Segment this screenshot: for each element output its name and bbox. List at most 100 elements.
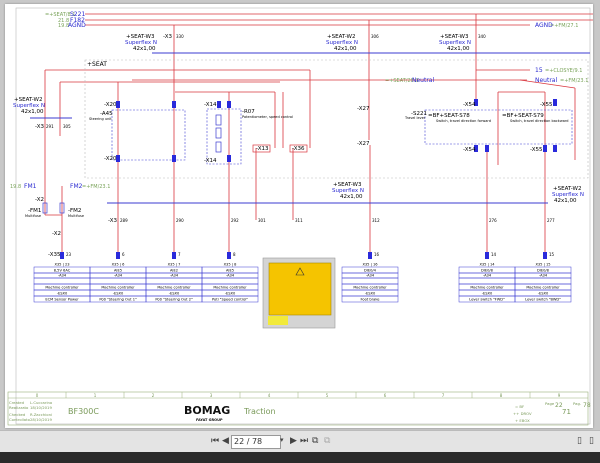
svg-text:Switch, travel direction forwa: Switch, travel direction forward (436, 119, 491, 123)
page-number-input[interactable]: 22 / 78 (231, 435, 281, 449)
table-cell-text: DIE0/8 (481, 269, 494, 273)
svg-text:-X3: -X3 (163, 34, 172, 40)
svg-text:+SEAT-W2Superflex N42x1,00: +SEAT-W2 Superflex N 42x1,00 (13, 97, 45, 115)
svg-text:Multifuse: Multifuse (68, 214, 84, 218)
svg-text:306: 306 (371, 34, 379, 39)
machine-controller-image (262, 257, 336, 329)
svg-text:-X27: -X27 (357, 141, 370, 147)
table-cell (458, 277, 516, 285)
table-cell-text: X35 | 23 (54, 263, 69, 267)
svg-text:-X20: -X20 (104, 156, 117, 162)
column-number: 2 (152, 393, 155, 398)
column-number: 3 (210, 393, 213, 398)
svg-text:-X36: -X36 (292, 146, 305, 152)
svg-text:340: 340 (478, 34, 486, 39)
table-cell-text: X35 | 7 (168, 263, 181, 267)
table-cell-text: -ESX0 (482, 292, 493, 296)
table-cell-text: Machine controller (101, 286, 135, 290)
next-page-icon[interactable]: ▶ (290, 436, 297, 446)
column-number: 8 (500, 393, 503, 398)
sheet-title: Traction (243, 407, 276, 416)
svg-text:15: 15 (549, 252, 555, 257)
xref-15: =+CLOSYE/9.1 (545, 68, 582, 74)
resistors (42, 114, 222, 214)
seat-label: +SEAT (87, 61, 107, 68)
schematic-drawing: +SEAT =+SEAT/8.1 21.8 19.8 =+FM/27.1 =+C… (7, 7, 600, 426)
svg-text:+SEAT-W3Superflex N42x1,00: +SEAT-W3 Superflex N 42x1,00 (332, 182, 364, 200)
svg-text:-X27: -X27 (357, 106, 370, 112)
table-cell-text: -A34 (483, 274, 492, 278)
table-cell-text: Poti "Steering Out 1" (99, 298, 137, 302)
column-number: 1 (94, 393, 97, 398)
svg-text:276: 276 (489, 218, 497, 223)
ref-fm1: FM1 (24, 183, 37, 190)
svg-text:-X2: -X2 (35, 197, 44, 203)
page-dropdown-icon[interactable]: ▾ (280, 436, 284, 444)
prev-page-icon[interactable]: ◀ (222, 436, 229, 446)
svg-text:18/10/2019: 18/10/2019 (30, 405, 52, 410)
svg-text:311: 311 (295, 218, 303, 223)
svg-text:78: 78 (583, 402, 591, 409)
column-number: 6 (384, 393, 387, 398)
table-cell (89, 277, 147, 285)
svg-text:28/10/2019: 28/10/2019 (30, 417, 52, 422)
xref-fm1: 19.8 (10, 184, 21, 190)
table-cell-text: -A34 (170, 274, 179, 278)
svg-text:Multifuse: Multifuse (25, 214, 41, 218)
xref-fm2: =+FM/23.1 (82, 184, 110, 190)
wire-numbers: 289 290 292 301 311 312 276 277 23 6 7 8 16 14 15 (66, 218, 555, 257)
table-cell-text: -ESX0 (169, 292, 180, 296)
svg-text:Travel lever: Travel lever (404, 116, 426, 120)
column-number: 4 (268, 393, 271, 398)
table-cell-text: Machine controller (470, 286, 504, 290)
svg-text:Controllato: Controllato (9, 417, 31, 422)
xref-neutral-right: =+FM/23.1 (560, 78, 588, 84)
svg-text:+SEAT-W3Superflex N42x1,00: +SEAT-W3 Superflex N 42x1,00 (125, 34, 157, 52)
svg-text:301: 301 (258, 218, 266, 223)
ref-neutral-left: Neutral (412, 77, 434, 84)
table-cell (33, 277, 91, 285)
svg-text:291: 291 (46, 124, 54, 129)
table-cell-text: X35 | 16 (362, 263, 378, 267)
table-cell-text: -ESX0 (538, 292, 549, 296)
first-page-icon[interactable]: ⏮ (211, 436, 219, 446)
continuous-view-icon[interactable]: ▯ (589, 436, 594, 446)
svg-text:-X13: -X13 (256, 146, 269, 152)
svg-text:330: 330 (176, 34, 184, 39)
bottom-bar (0, 452, 600, 463)
table-cell-text: Lever switch "BWD" (525, 298, 561, 302)
svg-text:-X2: -X2 (52, 231, 61, 237)
table-cell-text: Machine controller (213, 286, 247, 290)
zoom-fit-icon[interactable]: ⧉ (312, 436, 318, 446)
svg-text:-X20: -X20 (104, 102, 117, 108)
table-cell-text: DIE0/4 (364, 269, 377, 273)
svg-text:-X54: -X54 (463, 147, 476, 153)
single-page-view-icon[interactable]: ▯ (577, 436, 582, 446)
svg-text:+SEAT-W3Superflex N42x1,00: +SEAT-W3 Superflex N 42x1,00 (439, 34, 471, 52)
svg-text:++ DROV: ++ DROV (513, 411, 532, 416)
column-number: 0 (36, 393, 39, 398)
table-cell-text: Machine controller (353, 286, 387, 290)
table-cell (145, 277, 203, 285)
table-cell-text: Machine controller (157, 286, 191, 290)
title-block: 0123456789 CreatedRealizzato L.Cuccarino… (7, 391, 591, 426)
svg-text:Switch, travel direction backw: Switch, travel direction backward (510, 119, 568, 123)
table-cell-text: -A34 (226, 274, 235, 278)
svg-text:Steering unit: Steering unit (89, 117, 112, 121)
svg-text:-X14: -X14 (204, 102, 217, 108)
ref-fm2: FM2 (70, 183, 83, 190)
table-cell-text: 8,5V 6AC (54, 269, 71, 273)
svg-text:292: 292 (231, 218, 239, 223)
ref-15: 15 (535, 67, 543, 74)
svg-text:Potentiometer, speed control: Potentiometer, speed control (242, 115, 293, 119)
rotate-icon[interactable]: ⧉ (324, 436, 330, 446)
schematic-page: +SEAT =+SEAT/8.1 21.8 19.8 =+FM/27.1 =+C… (5, 4, 600, 428)
table-cell-text: X35 | 6 (112, 263, 126, 267)
table-cell-text: DIE0/8 (537, 269, 550, 273)
svg-text:16: 16 (374, 252, 380, 257)
table-cell-text: AIE2 (170, 269, 178, 273)
xref-agnd-right: =+FM/27.1 (550, 23, 578, 29)
last-page-icon[interactable]: ⏭ (300, 436, 308, 446)
pdf-viewer: +SEAT =+SEAT/8.1 21.8 19.8 =+FM/27.1 =+C… (0, 0, 600, 452)
svg-text:8: 8 (233, 252, 236, 257)
